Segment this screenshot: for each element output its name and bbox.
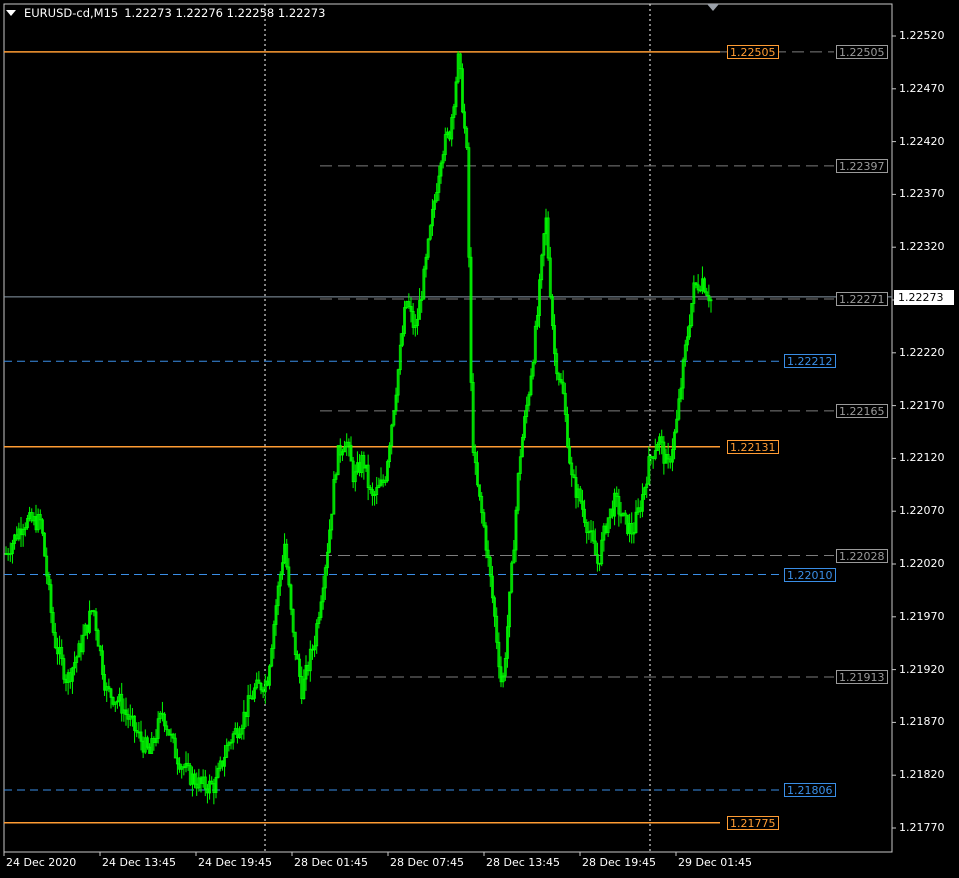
- gray-level-label[interactable]: 1.22028: [836, 548, 888, 563]
- gray-level-label[interactable]: 1.21913: [836, 669, 888, 684]
- gray-level-label[interactable]: 1.22397: [836, 158, 888, 173]
- price-tick-label: 1.21920: [899, 662, 945, 676]
- time-tick-label: 24 Dec 13:45: [102, 856, 176, 869]
- price-tick-label: 1.22070: [899, 504, 945, 518]
- time-tick-label: 28 Dec 07:45: [390, 856, 464, 869]
- time-tick-label: 28 Dec 19:45: [582, 856, 656, 869]
- orange-level-label[interactable]: 1.22131: [727, 439, 779, 454]
- price-tick-label: 1.22120: [899, 451, 945, 465]
- time-tick-label: 24 Dec 2020: [6, 856, 77, 869]
- orange-level-label[interactable]: 1.21775: [727, 815, 779, 830]
- ohlc-values: 1.22273 1.22276 1.22258 1.22273: [124, 6, 326, 20]
- time-tick-label: 24 Dec 19:45: [198, 856, 272, 869]
- blue-level-label[interactable]: 1.21806: [784, 782, 836, 797]
- time-tick-label: 29 Dec 01:45: [678, 856, 752, 869]
- dropdown-triangle-icon[interactable]: [6, 10, 16, 16]
- price-tick-label: 1.21770: [899, 821, 945, 834]
- chart-header: EURUSD-cd,M15 1.22273 1.22276 1.22258 1.…: [6, 6, 325, 20]
- blue-level-label[interactable]: 1.22212: [784, 354, 836, 369]
- gray-level-label[interactable]: 1.22165: [836, 403, 888, 418]
- price-tick-label: 1.21970: [899, 609, 945, 623]
- price-tick-label: 1.22220: [899, 345, 945, 359]
- orange-level-label[interactable]: 1.22505: [727, 44, 779, 59]
- current-price-label: 1.22273: [894, 289, 954, 305]
- blue-level-label[interactable]: 1.22010: [784, 567, 836, 582]
- shift-marker-icon[interactable]: [707, 4, 719, 11]
- price-tick-label: 1.22470: [899, 81, 945, 95]
- time-tick-label: 28 Dec 01:45: [294, 856, 368, 869]
- price-tick-label: 1.22420: [899, 134, 945, 148]
- gray-level-label[interactable]: 1.22271: [836, 291, 888, 306]
- price-tick-label: 1.22020: [899, 557, 945, 570]
- price-chart[interactable]: [0, 0, 959, 878]
- price-tick-label: 1.22520: [899, 29, 945, 42]
- price-tick-label: 1.21870: [899, 715, 945, 729]
- gray-level-label[interactable]: 1.22505: [836, 44, 888, 59]
- price-tick-label: 1.22320: [899, 240, 945, 254]
- price-tick-label: 1.22370: [899, 187, 945, 201]
- symbol-label: EURUSD-cd,M15: [24, 6, 119, 20]
- time-tick-label: 28 Dec 13:45: [486, 856, 560, 869]
- price-tick-label: 1.21820: [899, 768, 945, 782]
- price-tick-label: 1.22170: [899, 398, 945, 412]
